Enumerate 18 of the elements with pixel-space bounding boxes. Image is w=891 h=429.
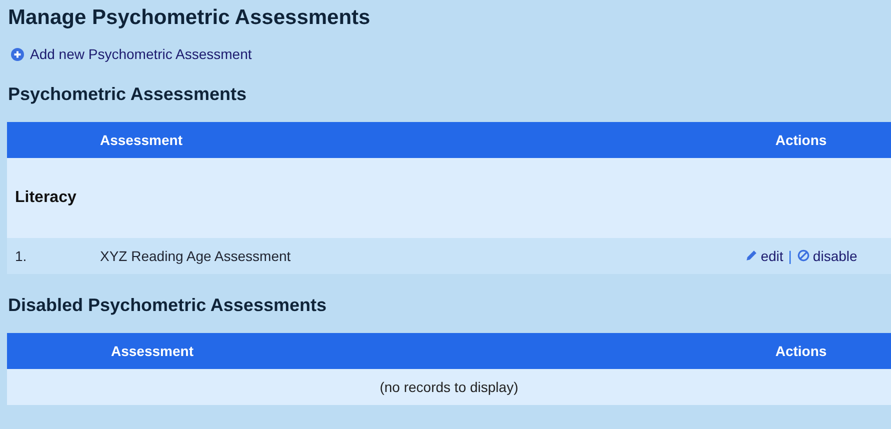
row-number: 1.	[14, 248, 28, 264]
section-heading: Disabled Psychometric Assessments	[8, 294, 328, 316]
disable-link[interactable]: disable	[796, 248, 858, 264]
page-title: Manage Psychometric Assessments	[8, 6, 372, 30]
column-header: Actions	[775, 132, 827, 148]
column-header: Assessment	[100, 132, 182, 148]
group-label: Literacy	[15, 188, 76, 206]
section-heading: Psychometric Assessments	[8, 84, 248, 104]
separator: |	[788, 248, 792, 264]
empty-message: (no records to display)	[380, 378, 518, 394]
table-cell-text: XYZ Reading Age Assessment	[100, 248, 292, 264]
column-header: Actions	[775, 342, 827, 358]
column-header: Assessment	[111, 342, 194, 358]
plus-circle-icon	[11, 48, 24, 60]
add-assessment-link[interactable]: Add new Psychometric Assessment	[11, 46, 252, 62]
pencil-icon	[744, 249, 758, 262]
edit-link[interactable]: edit	[744, 248, 784, 264]
prohibited-icon	[796, 249, 810, 262]
